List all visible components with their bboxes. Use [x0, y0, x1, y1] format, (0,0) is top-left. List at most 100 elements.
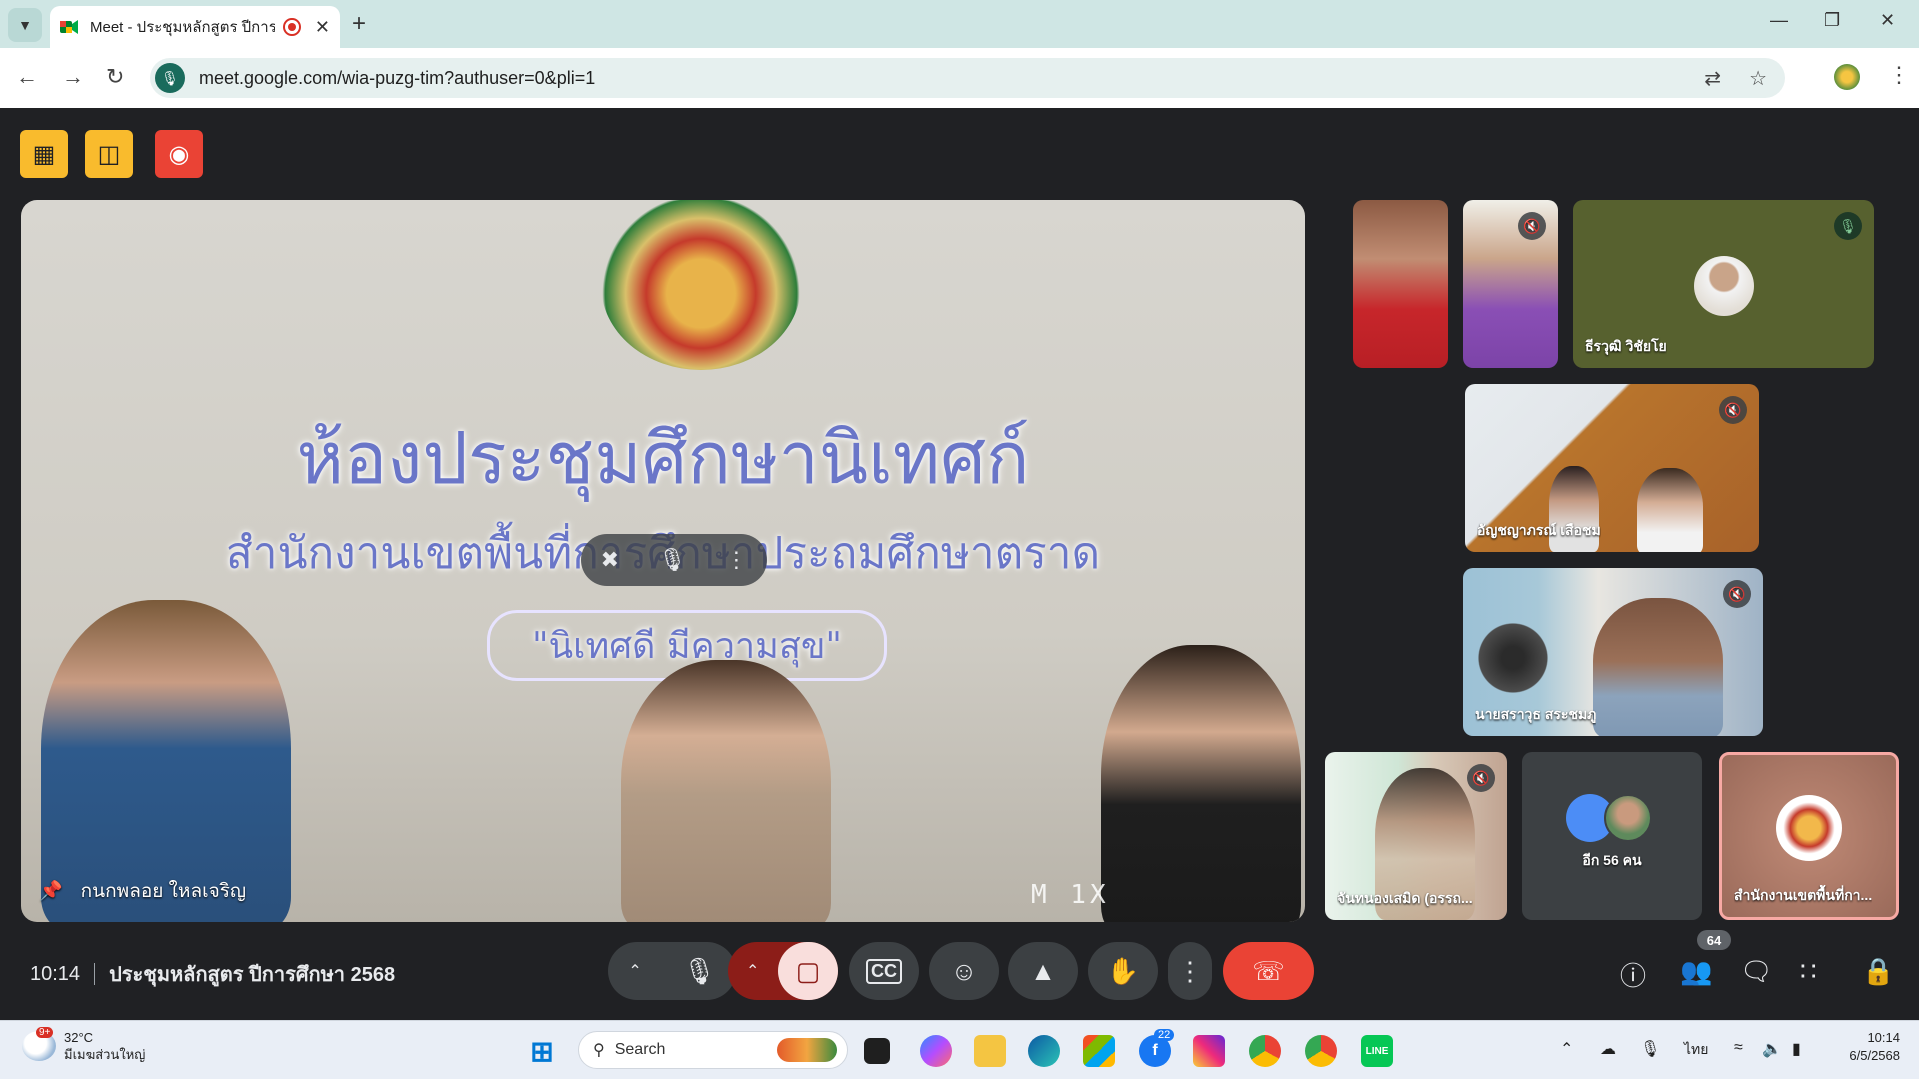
input-language[interactable]: ไทย [1684, 1039, 1708, 1061]
tab-search-button[interactable]: ▼ [8, 8, 42, 42]
search-label: Search [614, 1041, 666, 1058]
participant-name: จันทนองเสมิด (อรรถ... [1337, 890, 1473, 906]
edge-icon[interactable] [1028, 1035, 1060, 1067]
participant-name: ธีรวุฒิ วิชัยโย [1585, 338, 1667, 354]
tab-title: Meet - ประชุมหลักสูตร ปีการศึ [90, 19, 276, 36]
browser-toolbar: ← → ↻ 🎙 meet.google.com/wia-puzg-tim?aut… [0, 48, 1919, 108]
more-options-button[interactable]: ⋮ [1168, 942, 1212, 1000]
system-clock[interactable]: 10:14 6/5/2568 [1836, 1029, 1900, 1065]
pinned-participant-name: กนกพลอย ใหลเจริญ [80, 881, 247, 902]
participant-figure-right [1101, 645, 1301, 922]
host-controls-button[interactable]: ▦ [20, 130, 68, 178]
url-text[interactable]: meet.google.com/wia-puzg-tim?authuser=0&… [199, 68, 595, 89]
raise-hand-button[interactable]: ✋ [1088, 942, 1158, 1000]
speaking-mic-icon: 🎙 [1834, 212, 1862, 240]
mic-icon[interactable]: 🎙 [683, 956, 716, 987]
taskbar-search[interactable]: ⚲ Search [578, 1031, 848, 1069]
meeting-details: 10:14 ประชุมหลักสูตร ปีการศึกษา 2568 [30, 958, 395, 990]
captions-button[interactable]: CC [849, 942, 919, 1000]
main-video-tile[interactable]: ห้องประชุมศึกษานิเทศก์ สำนักงานเขตพื้นที… [21, 200, 1305, 922]
end-call-icon: ☏ [1252, 955, 1285, 986]
meet-favicon-icon [60, 19, 78, 35]
participant-tile[interactable] [1353, 200, 1448, 368]
unpin-icon[interactable]: ✖ [601, 547, 619, 573]
volume-icon[interactable]: 🔈 [1762, 1039, 1782, 1059]
tile-overlay-controls[interactable]: ✖ 🎙 ⋮ [581, 534, 767, 586]
breakout-rooms-button[interactable]: ◫ [85, 130, 133, 178]
video-overlay-text: M 1X [1031, 880, 1110, 910]
chrome-icon[interactable] [1249, 1035, 1281, 1067]
seal-emblem [601, 200, 801, 370]
wifi-icon[interactable]: ≈ [1734, 1039, 1743, 1057]
camera-off-icon: ▢ [795, 955, 821, 986]
others-tile[interactable]: อีก 56 คน [1522, 752, 1702, 920]
participant-tile[interactable]: สำนักงานเขตพื้นที่กา... [1719, 752, 1899, 920]
file-explorer-icon[interactable] [974, 1035, 1006, 1067]
microphone-tray-icon[interactable]: 🎙 [1640, 1039, 1660, 1059]
recording-icon [283, 18, 301, 36]
participant-tile[interactable]: 🔇 อัญชญาภรณ์ เสือชม [1465, 384, 1759, 552]
film-off-icon: ▦ [32, 140, 56, 168]
microphone-site-icon[interactable]: 🎙 [155, 63, 185, 93]
new-tab-button[interactable]: + [352, 10, 366, 38]
bookmark-star-icon[interactable]: ☆ [1749, 66, 1767, 91]
record-icon: ◉ [168, 140, 190, 168]
meeting-info-icon[interactable]: ⓘ [1620, 956, 1646, 993]
line-app-icon[interactable]: LINE [1361, 1035, 1393, 1067]
pin-icon: 📌 [39, 881, 63, 902]
browser-menu-icon[interactable]: ⋮ [1888, 62, 1910, 88]
mic-control-group: ⌃ 🎙 [608, 942, 736, 1000]
mic-icon[interactable]: 🎙 [658, 547, 686, 573]
windows-start-icon[interactable]: ⊞ [526, 1035, 558, 1067]
fan-figure [1473, 618, 1553, 698]
muted-mic-icon: 🔇 [1467, 764, 1495, 792]
avatar [1604, 794, 1652, 842]
leave-call-button[interactable]: ☏ [1223, 942, 1314, 1000]
participant-tile[interactable]: 🎙 ธีรวุฒิ วิชัยโย [1573, 200, 1874, 368]
profile-avatar[interactable] [1834, 64, 1860, 90]
host-controls-lock-icon[interactable]: 🔒 [1862, 956, 1894, 987]
copilot-icon[interactable] [920, 1035, 952, 1067]
participant-tile[interactable]: 🔇 จันทนองเสมิด (อรรถ... [1325, 752, 1507, 920]
weather-widget[interactable]: 9+ 32°C มีเมฆส่วนใหญ่ [22, 1027, 145, 1063]
people-icon[interactable]: 👥 [1680, 956, 1712, 987]
back-icon[interactable]: ← [16, 64, 38, 90]
camera-off-button[interactable]: ▢ [778, 942, 838, 1000]
door-icon: ◫ [97, 140, 121, 168]
reload-icon[interactable]: ↻ [106, 64, 124, 90]
muted-mic-icon: 🔇 [1723, 580, 1751, 608]
address-bar[interactable]: 🎙 meet.google.com/wia-puzg-tim?authuser=… [150, 58, 1785, 98]
present-screen-button[interactable]: ▲ [1008, 942, 1078, 1000]
minimize-icon[interactable]: — [1770, 10, 1788, 31]
task-view-icon[interactable] [864, 1038, 890, 1064]
browser-tab-bar: ▼ Meet - ประชุมหลักสูตร ปีการศึ ✕ + — ❐ … [0, 0, 1919, 48]
audio-options-chevron-icon[interactable]: ⌃ [628, 961, 641, 981]
participant-figure-center [621, 660, 831, 922]
hand-icon: ✋ [1106, 955, 1140, 986]
instagram-icon[interactable] [1193, 1035, 1225, 1067]
more-options-icon[interactable]: ⋮ [725, 547, 747, 573]
cloud-icon: 9+ [22, 1027, 56, 1061]
onedrive-icon[interactable]: ☁ [1600, 1039, 1616, 1059]
activities-icon[interactable]: ∷ [1800, 956, 1817, 987]
battery-icon[interactable]: ▮ [1792, 1039, 1801, 1059]
reactions-button[interactable]: ☺ [929, 942, 999, 1000]
window-close-icon[interactable]: ✕ [1880, 10, 1895, 31]
participant-tile[interactable]: 🔇 นายสราวุธ สระชมภู [1463, 568, 1763, 736]
video-options-chevron-icon[interactable]: ⌃ [746, 961, 759, 981]
chrome-profile-icon[interactable] [1305, 1035, 1337, 1067]
forward-icon[interactable]: → [62, 64, 84, 90]
participant-name: สำนักงานเขตพื้นที่กา... [1734, 887, 1873, 903]
chat-icon[interactable]: 🗨 [1740, 956, 1773, 987]
weather-temp: 32°C [64, 1030, 94, 1045]
translate-icon[interactable]: ⇄ [1704, 66, 1721, 91]
participant-tile[interactable]: 🔇 [1463, 200, 1558, 368]
clock-date: 6/5/2568 [1849, 1048, 1900, 1063]
restore-icon[interactable]: ❐ [1824, 10, 1840, 31]
store-icon[interactable] [1083, 1035, 1115, 1067]
close-tab-icon[interactable]: ✕ [315, 17, 330, 38]
recording-button[interactable]: ◉ [155, 130, 203, 178]
show-hidden-icons-icon[interactable]: ⌃ [1560, 1039, 1573, 1059]
browser-tab[interactable]: Meet - ประชุมหลักสูตร ปีการศึ ✕ [50, 6, 340, 48]
avatar [1694, 256, 1754, 316]
